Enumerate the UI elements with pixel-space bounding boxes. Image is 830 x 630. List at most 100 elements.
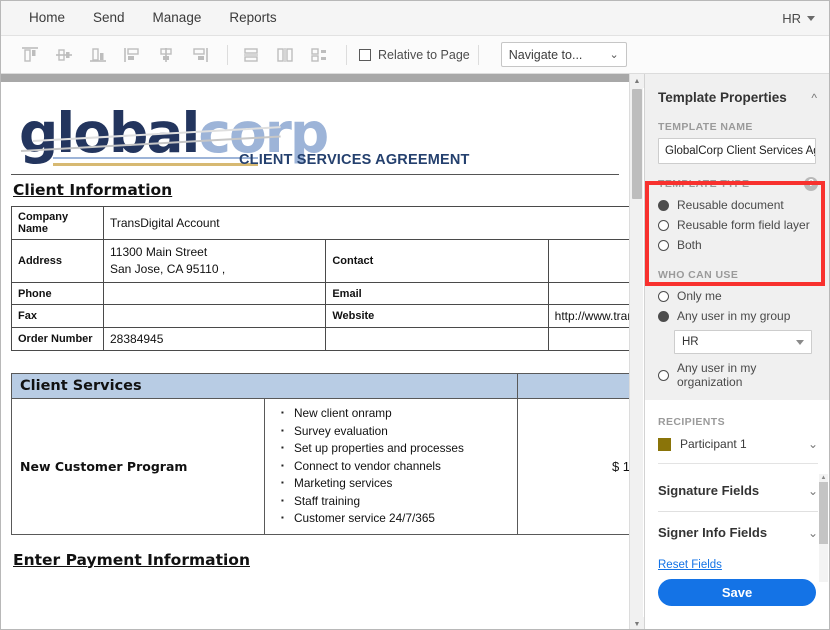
list-item: Set up properties and processes [279,439,509,458]
cell-value-empty[interactable] [547,327,629,351]
distribute-vertical-icon[interactable] [236,42,266,68]
table-row: New Customer Program New client onramp S… [11,398,629,535]
document-scrollbar-thumb[interactable] [632,89,642,199]
document-page: globalcorp CLIENT SERVICES AGREEMENT Cli… [1,82,629,629]
radio-label: Any user in my group [677,309,791,323]
relative-to-page-label: Relative to Page [378,47,470,62]
list-item: Customer service 24/7/365 [279,509,509,528]
top-menu-bar: Home Send Manage Reports HR [1,1,829,36]
align-middle-icon[interactable] [49,42,79,68]
account-menu[interactable]: HR [782,11,829,26]
chevron-down-icon[interactable]: ⌄ [808,527,818,539]
services-header-left: Client Services [11,373,518,399]
help-icon[interactable]: ? [804,176,818,191]
scroll-down-arrow-icon[interactable]: ▼ [630,617,644,629]
signature-fields-label: Signature Fields [658,483,760,498]
align-bottom-icon[interactable] [83,42,113,68]
scroll-up-arrow-icon[interactable]: ▲ [630,74,644,88]
cell-value-phone[interactable] [102,282,327,305]
chevron-down-icon[interactable]: ⌄ [808,485,818,497]
menu-items: Home Send Manage Reports [1,1,291,35]
radio-button-icon [658,310,669,322]
service-program-name: New Customer Program [11,398,265,535]
signature-fields-row[interactable]: Signature Fields ⌄ [645,470,829,511]
menu-item-manage[interactable]: Manage [139,1,216,35]
template-name-label: TEMPLATE NAME [658,121,753,133]
cell-label-email: Email [325,282,549,305]
fields-scrollbar-thumb[interactable] [819,482,828,544]
relative-to-page-checkbox[interactable]: Relative to Page [359,48,470,62]
distribute-horizontal-icon[interactable] [270,42,300,68]
list-item: Survey evaluation [279,422,509,441]
menu-item-reports[interactable]: Reports [215,1,290,35]
match-size-icon[interactable] [304,42,334,68]
radio-reusable-document[interactable]: Reusable document [658,195,818,215]
recipient-row[interactable]: Participant 1 ⌄ [658,433,818,455]
chevron-down-icon[interactable]: ⌄ [808,438,818,450]
recipient-name: Participant 1 [680,437,747,451]
signer-info-fields-row[interactable]: Signer Info Fields ⌄ [645,512,829,553]
application-window: Home Send Manage Reports HR Relative to … [0,0,830,630]
document-title: CLIENT SERVICES AGREEMENT [239,152,470,168]
radio-any-user-in-my-organization[interactable]: Any user in my organization [658,358,818,392]
align-right-icon[interactable] [185,42,215,68]
radio-label: Both [677,238,702,252]
cell-value-fax[interactable] [102,304,327,328]
cell-value-address[interactable]: 11300 Main Street San Jose, CA 95110 , [102,239,327,283]
radio-reusable-form-field-layer[interactable]: Reusable form field layer [658,215,818,235]
cell-value-contact[interactable] [547,239,629,283]
cell-value-order-number[interactable]: 28384945 [102,327,327,351]
signer-info-fields-label: Signer Info Fields [658,525,768,540]
document-scrollbar[interactable]: ▲ ▼ [629,74,644,629]
cell-value-email[interactable] [547,282,629,305]
reset-fields-link[interactable]: Reset Fields [658,559,722,571]
section-divider [658,463,818,464]
scroll-up-arrow-icon[interactable]: ▲ [819,474,828,482]
toolbar-divider-2 [346,44,347,65]
fields-scrollbar[interactable]: ▲ [819,474,828,582]
cell-label-empty [325,327,549,351]
cell-label-order-number: Order Number [11,327,104,351]
radio-any-user-in-my-group[interactable]: Any user in my group [658,306,818,326]
list-item: Marketing services [279,474,509,493]
table-row: Fax Website http://www.transdigitalcorp.… [11,304,629,328]
list-item: Staff training [279,492,509,511]
template-name-input[interactable]: GlobalCorp Client Services Ag [658,138,816,164]
menu-item-home[interactable]: Home [15,1,79,35]
radio-only-me[interactable]: Only me [658,286,818,306]
template-name-section: TEMPLATE NAME GlobalCorp Client Services… [645,115,829,172]
alignment-toolbar: Relative to Page Navigate to... ⌄ [1,36,829,74]
address-line-2: San Jose, CA 95110 , [110,262,226,276]
radio-both[interactable]: Both [658,235,818,255]
radio-label: Any user in my organization [677,361,757,389]
group-select[interactable]: HR [674,330,812,354]
align-center-icon[interactable] [151,42,181,68]
navigate-to-select[interactable]: Navigate to... ⌄ [500,42,627,67]
navigate-to-value: Navigate to... [508,47,583,62]
cell-value-company-name[interactable]: TransDigital Account [103,206,629,240]
radio-label: Only me [677,289,722,303]
menu-item-send[interactable]: Send [79,1,139,35]
cell-label-phone: Phone [11,282,104,305]
who-can-use-label: WHO CAN USE [658,269,739,281]
radio-button-icon [658,369,669,381]
service-items-list: New client onramp Survey evaluation Set … [279,404,509,528]
chevron-up-icon[interactable]: ^ [811,92,817,104]
payment-information-heading: Enter Payment Information [13,550,250,569]
align-left-icon[interactable] [117,42,147,68]
radio-label: Reusable document [677,198,784,212]
cell-label-contact: Contact [325,239,549,283]
radio-button-icon [658,290,669,302]
table-header-row: Client Services Investmen [11,373,629,399]
align-top-icon[interactable] [15,42,45,68]
cell-label-address: Address [11,239,104,283]
table-row: Address 11300 Main Street San Jose, CA 9… [11,239,629,283]
chevron-down-icon [796,339,804,345]
checkbox-box-icon [359,48,371,61]
panel-header[interactable]: Template Properties ^ [645,74,829,115]
cell-value-website[interactable]: http://www.transdigitalcorp.co [547,304,629,328]
radio-button-icon [658,239,669,251]
service-items-cell: New client onramp Survey evaluation Set … [264,398,518,535]
save-button[interactable]: Save [658,579,816,606]
company-logo: globalcorp CLIENT SERVICES AGREEMENT [11,102,619,174]
